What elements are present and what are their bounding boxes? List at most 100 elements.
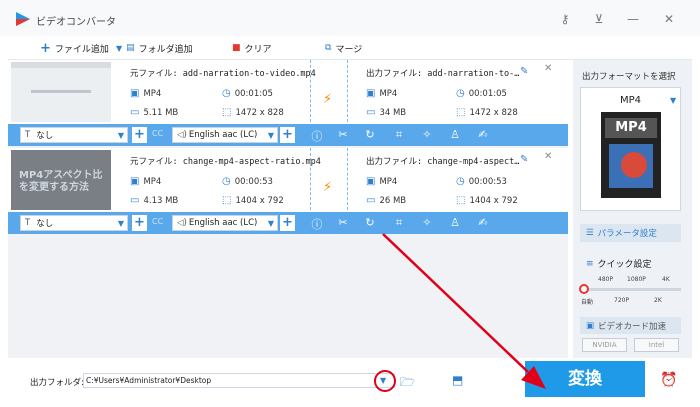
clock-icon: ◷ — [456, 88, 465, 99]
clear-label: クリア — [244, 44, 272, 55]
source-duration: 00:01:05 — [234, 88, 273, 99]
minimize-button[interactable]: — — [624, 10, 642, 28]
info-icon[interactable]: ⓘ — [310, 128, 324, 144]
watermark-icon[interactable]: ♙ — [448, 216, 462, 229]
effect-icon[interactable]: ✧ — [420, 216, 434, 229]
format-badge: MP4 — [605, 118, 657, 138]
audio-select[interactable]: ◁) English aac (LC) ▼ — [172, 215, 278, 231]
parameter-settings-label: パラメータ設定 — [597, 229, 657, 239]
source-size: 5.11 MB — [143, 107, 179, 118]
source-size: 4.13 MB — [143, 195, 179, 206]
quality-label: 2K — [654, 297, 662, 304]
video-thumbnail[interactable] — [11, 62, 111, 122]
quick-settings: ≡ クイック設定 — [586, 257, 652, 271]
parameter-settings-button[interactable]: ☰ パラメータ設定 — [580, 224, 681, 242]
cc-icon[interactable]: CC — [152, 129, 163, 138]
subtitle-value: なし — [36, 131, 54, 141]
video-thumbnail[interactable]: MP4アスペクト比を変更する方法 — [11, 150, 111, 210]
output-folder-input[interactable]: C:¥Users¥Administrator¥Desktop — [83, 373, 395, 388]
speaker-icon: ◁) — [177, 130, 187, 140]
intel-toggle[interactable]: Intel — [634, 338, 679, 352]
output-format: MP4 — [379, 88, 398, 99]
output-folder-label: 出力フォルダ: — [30, 378, 84, 388]
folder-icon: ▭ — [130, 107, 140, 118]
chevron-down-icon: ▼ — [117, 131, 124, 140]
add-subtitle-button[interactable]: + — [132, 127, 147, 143]
select-format-label: 出力フォーマットを選択 — [582, 72, 676, 82]
gpu-acceleration-button[interactable]: ▣ ビデオカード加速 — [580, 317, 681, 334]
open-folder-icon[interactable]: 🗁 — [400, 373, 415, 394]
cc-icon[interactable]: CC — [152, 217, 163, 226]
chevron-down-icon: ▼ — [116, 43, 123, 53]
edit-icon[interactable]: ✎ — [520, 154, 528, 165]
chevron-down-icon[interactable]: ▼ — [670, 96, 676, 105]
output-filename: 出力ファイル: add-narration-to-… — [366, 69, 520, 79]
audio-value: English aac (LC) — [188, 218, 258, 228]
app-logo-icon — [16, 12, 30, 26]
merge-icon: ⧉ — [325, 43, 332, 53]
add-folder-label: フォルダ追加 — [138, 44, 193, 55]
crop-icon[interactable]: ⌗ — [392, 216, 406, 230]
audio-select[interactable]: ◁) English aac (LC) ▼ — [172, 127, 278, 143]
subtitle-select[interactable]: T なし ▼ — [20, 215, 128, 231]
quick-settings-icon: ≡ — [586, 258, 594, 269]
edit-icon[interactable]: ✎ — [520, 66, 528, 77]
subtitle-select[interactable]: T なし ▼ — [20, 127, 128, 143]
list-item[interactable]: MP4アスペクト比を変更する方法 元ファイル: change-mp4-aspec… — [8, 148, 568, 234]
output-filename: 出力ファイル: change-mp4-aspect… — [366, 157, 520, 167]
folder-icon: ▭ — [366, 195, 376, 206]
resolution-icon: ⬚ — [456, 195, 466, 206]
add-folder-button[interactable]: ▼ ▤ フォルダ追加 — [116, 41, 193, 55]
rotate-icon[interactable]: ↻ — [363, 216, 377, 229]
nvidia-toggle[interactable]: NVIDIA — [582, 338, 627, 352]
output-duration: 00:00:53 — [468, 176, 507, 187]
add-audio-button[interactable]: + — [280, 127, 295, 143]
settings-sliders-icon: ☰ — [586, 228, 594, 238]
resolution-icon: ⬚ — [222, 107, 232, 118]
add-subtitle-button[interactable]: + — [132, 215, 147, 231]
gpu-icon: ▣ — [586, 320, 595, 331]
subtitle-edit-icon[interactable]: ✍ — [476, 216, 490, 229]
cut-icon[interactable]: ✂ — [336, 128, 350, 141]
clock-icon: ◷ — [456, 176, 465, 187]
conversion-divider — [310, 60, 348, 122]
text-icon: T — [25, 218, 31, 228]
quality-label: 自動 — [581, 299, 594, 306]
quality-slider-handle[interactable] — [579, 284, 589, 294]
thumbnail-text: MP4アスペクト比を変更する方法 — [19, 170, 103, 193]
crop-icon[interactable]: ⌗ — [392, 128, 406, 142]
film-icon: ▣ — [130, 88, 140, 99]
quality-label: 720P — [614, 297, 630, 304]
trash-icon: ■ — [232, 43, 241, 53]
source-resolution: 1472 x 828 — [235, 107, 284, 118]
resolution-icon: ⬚ — [456, 107, 466, 118]
convert-button[interactable]: 変換 — [525, 361, 645, 397]
add-audio-button[interactable]: + — [280, 215, 295, 231]
window-title: ビデオコンバータ — [36, 17, 116, 28]
output-folder-open-icon[interactable]: ⬒ — [452, 373, 463, 387]
close-button[interactable]: ✕ — [660, 10, 678, 28]
output-folder-dropdown-icon[interactable]: ▼ — [380, 376, 386, 385]
remove-item-icon[interactable]: ✕ — [544, 63, 552, 74]
merge-button[interactable]: ⧉ マージ — [325, 41, 362, 55]
film-icon: ▣ — [366, 88, 376, 99]
key-icon[interactable]: ⚷ — [556, 10, 574, 28]
info-icon[interactable]: ⓘ — [310, 216, 324, 232]
subtitle-edit-icon[interactable]: ✍ — [476, 128, 490, 141]
quality-slider[interactable] — [581, 288, 681, 291]
alarm-clock-icon[interactable]: ⏰ — [660, 372, 677, 388]
remove-item-icon[interactable]: ✕ — [544, 151, 552, 162]
cut-icon[interactable]: ✂ — [336, 216, 350, 229]
source-filename: 元ファイル: add-narration-to-video.mp4 — [130, 69, 316, 79]
cart-icon[interactable]: ⊻ — [590, 10, 608, 28]
rotate-icon[interactable]: ↻ — [363, 128, 377, 141]
output-resolution: 1472 x 828 — [469, 107, 518, 118]
clear-button[interactable]: ■ クリア — [232, 41, 272, 55]
output-format: MP4 — [379, 176, 398, 187]
effect-icon[interactable]: ✧ — [420, 128, 434, 141]
list-item[interactable]: 元ファイル: add-narration-to-video.mp4 ▣ MP4 ◷… — [8, 60, 568, 146]
clock-icon: ◷ — [222, 88, 231, 99]
quality-label: 4K — [662, 276, 670, 283]
add-file-button[interactable]: + ファイル追加 — [40, 41, 109, 56]
watermark-icon[interactable]: ♙ — [448, 128, 462, 141]
